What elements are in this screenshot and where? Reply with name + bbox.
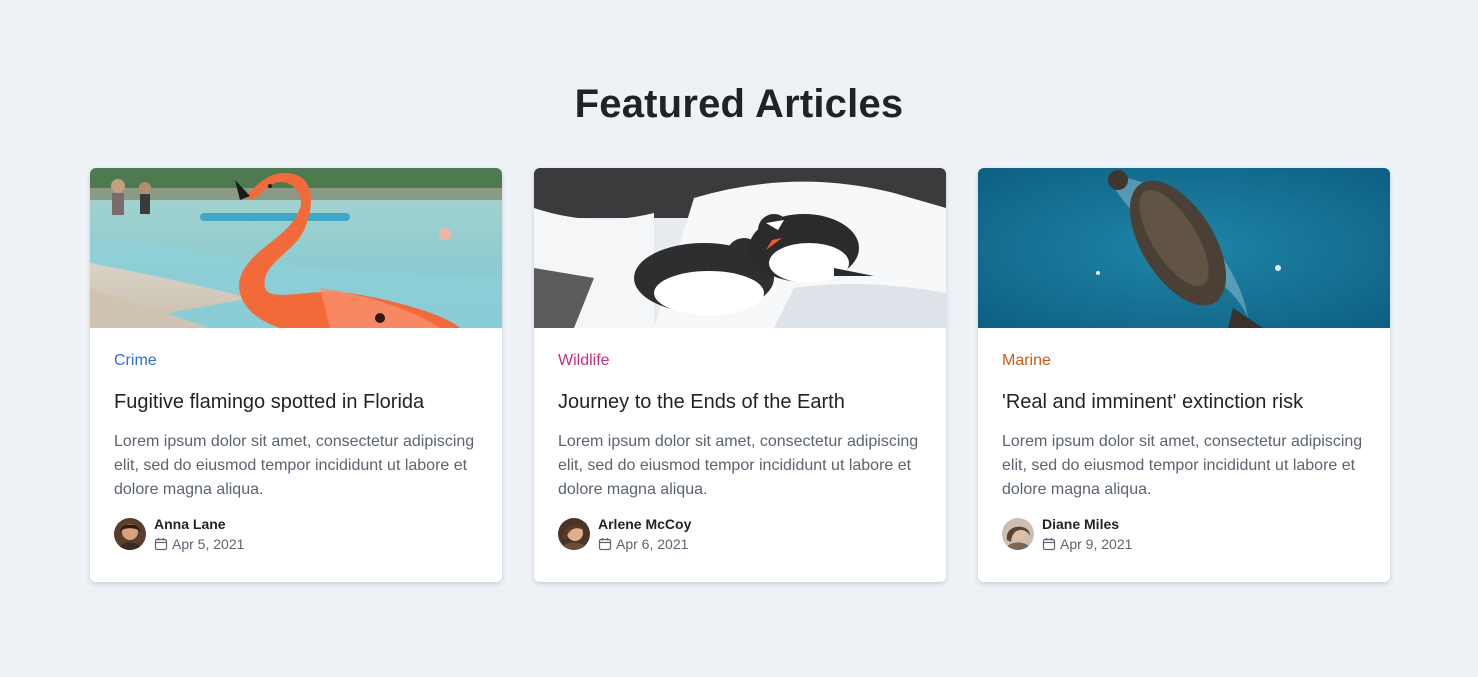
article-excerpt: Lorem ipsum dolor sit amet, consectetur … (1002, 433, 1363, 498)
publish-date: Apr 5, 2021 (172, 536, 245, 552)
author-name[interactable]: Diane Miles (1042, 515, 1132, 533)
article-excerpt: Lorem ipsum dolor sit amet, consectetur … (114, 433, 475, 498)
author-name[interactable]: Anna Lane (154, 515, 244, 533)
author-row: Arlene McCoy Apr 6, 2021 (558, 515, 922, 552)
category-link[interactable]: Wildlife (558, 352, 610, 370)
author-row: Diane Miles Apr 9, 2021 (1002, 515, 1366, 552)
publish-date: Apr 6, 2021 (616, 536, 689, 552)
avatar[interactable] (114, 517, 146, 550)
avatar[interactable] (558, 517, 590, 550)
category-link[interactable]: Crime (114, 352, 157, 370)
author-row: Anna Lane Apr 5, 2021 (114, 515, 478, 552)
category-link[interactable]: Marine (1002, 352, 1051, 370)
article-card-seal[interactable]: Marine 'Real and imminent' extinction ri… (978, 168, 1390, 582)
flamingo-image[interactable] (90, 168, 502, 328)
article-title[interactable]: Journey to the Ends of the Earth (558, 388, 922, 416)
article-excerpt: Lorem ipsum dolor sit amet, consectetur … (558, 433, 919, 498)
calendar-icon (1042, 537, 1056, 551)
article-title[interactable]: 'Real and imminent' extinction risk (1002, 388, 1366, 416)
articles-grid: Crime Fugitive flamingo spotted in Flori… (90, 168, 1390, 582)
article-card-flamingo[interactable]: Crime Fugitive flamingo spotted in Flori… (90, 168, 502, 582)
avatar[interactable] (1002, 517, 1034, 550)
penguins-image[interactable] (534, 168, 946, 328)
article-title[interactable]: Fugitive flamingo spotted in Florida (114, 388, 478, 416)
calendar-icon (598, 537, 612, 551)
calendar-icon (154, 537, 168, 551)
article-card-penguins[interactable]: Wildlife Journey to the Ends of the Eart… (534, 168, 946, 582)
author-name[interactable]: Arlene McCoy (598, 515, 691, 533)
publish-date: Apr 9, 2021 (1060, 536, 1133, 552)
section-title: Featured Articles (574, 82, 904, 126)
seal-image[interactable] (978, 168, 1390, 328)
